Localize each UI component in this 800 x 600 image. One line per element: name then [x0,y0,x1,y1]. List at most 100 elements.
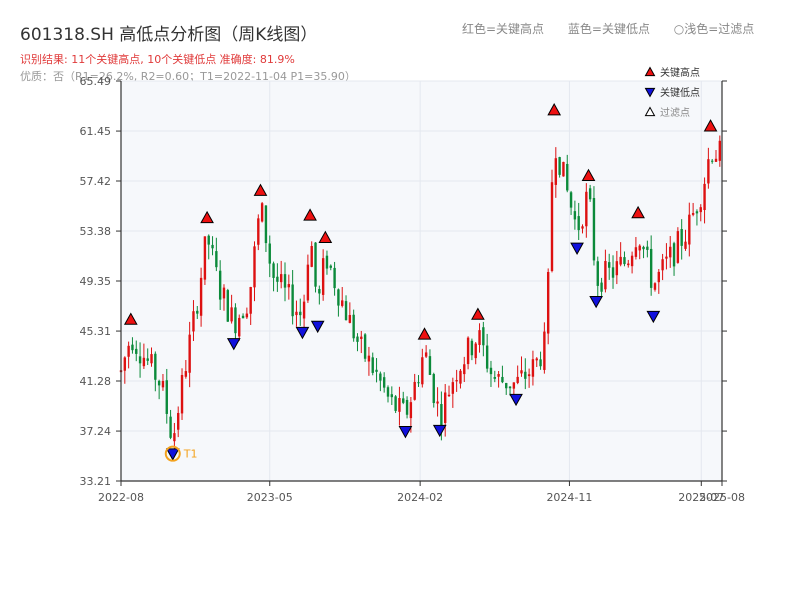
candle-body [371,357,374,373]
candle-body [352,314,355,339]
candle-body [566,163,569,191]
candle-body [657,271,660,283]
candle-body [291,284,294,317]
x-tick-label: 2024-02 [397,491,443,504]
y-tick-label: 53.38 [80,225,112,238]
candle-body [337,289,340,306]
candle-body [478,330,481,345]
candle-body [634,247,638,257]
candle-body [527,374,531,377]
candle-body [676,231,680,263]
candle-body [157,380,161,386]
candle-body [444,392,447,423]
candle-body [653,283,657,290]
candle-body [379,373,382,381]
candle-body [543,331,546,370]
candle-body [592,197,596,261]
candle-body [714,158,718,162]
candle-body [409,402,413,419]
candle-body [302,301,306,319]
candle-body [257,218,260,245]
candle-body [474,343,477,359]
candle-body [688,214,691,245]
candle-body [131,344,134,351]
candle-body [184,371,188,377]
candle-body [463,364,466,375]
candle-body [192,311,195,332]
candle-body [516,376,519,383]
candle-body [360,336,363,339]
candle-body [520,370,523,374]
candle-body [661,259,664,271]
candle-body [539,359,542,367]
candle-body [253,246,256,288]
candle-body [680,228,683,246]
candle-body [512,382,516,389]
candle-body [154,353,157,380]
candle-body [638,245,641,251]
candle-body [173,433,176,442]
candle-body [165,380,168,414]
candle-body [211,244,214,249]
candle-body [199,277,203,316]
candle-body [608,262,611,268]
candle-body [524,371,527,379]
candle-body [588,188,592,200]
candle-body [180,374,184,414]
candle-body [363,334,367,359]
candle-body [272,263,275,278]
candle-body [382,377,386,388]
candle-body [424,352,428,357]
y-tick-label: 41.28 [80,375,112,388]
candle-body [146,358,149,361]
candle-body [264,205,268,244]
legend-marker [644,66,656,77]
candle-body [558,157,561,175]
candle-body [482,327,485,346]
candle-body [470,340,474,356]
candle-body [398,398,401,412]
y-tick-label: 49.35 [80,275,112,288]
candle-body [222,287,226,299]
candle-body [241,315,245,319]
candle-body [196,310,199,314]
candle-body [306,264,310,301]
y-tick-label: 37.24 [80,425,112,438]
candle-body [699,207,702,213]
legend-label: 关键低点 [660,86,700,99]
candle-body [501,376,504,383]
legend-label: 关键高点 [660,66,700,79]
candle-body [188,334,191,373]
x-tick-label: 2022-08 [98,491,144,504]
candle-body [646,246,649,250]
candle-body [630,255,634,267]
candle-body [390,394,394,398]
candle-body [169,416,172,438]
candle-body [562,161,565,177]
candle-body [642,246,645,250]
candle-body [249,286,252,314]
candle-body [581,226,584,229]
candle-body [451,382,455,394]
candle-body [123,357,127,371]
candle-body [695,211,699,214]
candle-body [341,300,344,306]
y-tick-label: 61.45 [80,125,112,138]
candle-body [142,357,146,367]
candle-body [325,255,329,269]
candle-body [138,356,142,364]
candle-body [600,282,603,292]
candle-body [554,158,558,185]
candle-body [234,307,237,334]
candle-body [321,258,325,295]
candle-body [546,271,550,334]
candle-body [447,394,451,397]
candle-body [596,261,599,286]
candle-body [344,301,348,321]
candle-body [279,274,283,283]
candle-body [230,307,233,322]
candle-body [573,211,577,220]
candle-body [283,274,287,288]
candle-body [436,401,439,404]
candle-body [356,336,359,342]
